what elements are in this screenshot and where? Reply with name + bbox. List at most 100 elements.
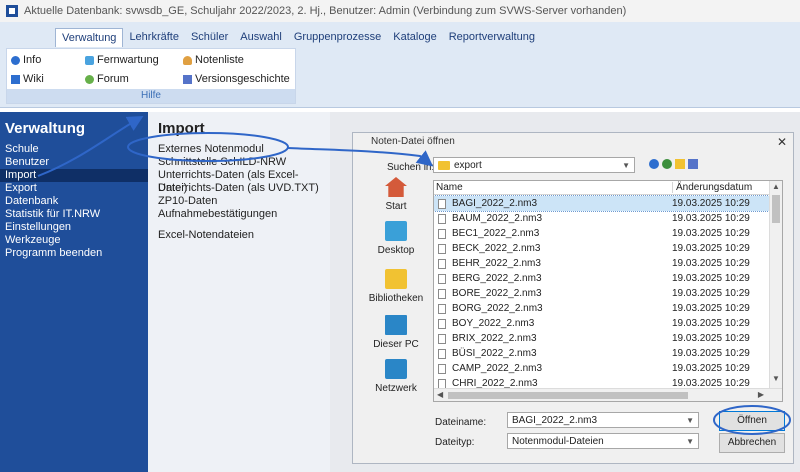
filetype-value: Notenmodul-Dateien (512, 435, 604, 447)
nav-item-statistik[interactable]: Statistik für IT.NRW (0, 208, 148, 221)
filetype-select[interactable]: Notenmodul-Dateien ▼ (507, 433, 699, 449)
import-item-schild-nrw[interactable]: Schnittstelle SchILD-NRW (148, 156, 330, 169)
place-desktop-label: Desktop (377, 245, 415, 256)
file-open-dialog: Noten-Datei öffnen ✕ Suchen in: export ▼… (352, 132, 794, 464)
file-date: 19.03.2025 10:29 (672, 273, 750, 284)
file-date: 19.03.2025 10:29 (672, 228, 750, 239)
import-item-externes-notenmodul[interactable]: Externes Notenmodul (148, 143, 330, 156)
place-bibliotheken-label: Bibliotheken (368, 293, 424, 304)
filename-input[interactable]: BAGI_2022_2.nm3 ▼ (507, 412, 699, 428)
import-item-zp10[interactable]: ZP10-Daten (148, 195, 330, 208)
close-icon[interactable]: ✕ (777, 135, 787, 149)
open-button[interactable]: Öffnen (719, 411, 785, 431)
version-history-icon (183, 74, 192, 84)
place-dieser-pc[interactable]: Dieser PC (365, 315, 427, 350)
file-icon (438, 304, 446, 314)
file-row[interactable]: BEHR_2022_2.nm3 19.03.2025 10:29 (434, 256, 769, 271)
view-menu-icon[interactable] (688, 159, 698, 169)
nav-item-werkzeuge[interactable]: Werkzeuge (0, 234, 148, 247)
file-row[interactable]: BEC1_2022_2.nm3 19.03.2025 10:29 (434, 226, 769, 241)
place-start[interactable]: Start (365, 177, 427, 212)
info-button[interactable]: Info (11, 54, 41, 66)
place-netzwerk[interactable]: Netzwerk (365, 359, 427, 394)
group-label-hilfe: Hilfe (7, 89, 295, 103)
nav-item-programm-beenden[interactable]: Programm beenden (0, 247, 148, 260)
place-desktop[interactable]: Desktop (365, 221, 427, 256)
file-row[interactable]: BOY_2022_2.nm3 19.03.2025 10:29 (434, 316, 769, 331)
nav-item-export[interactable]: Export (0, 182, 148, 195)
hscrollbar-thumb[interactable] (448, 392, 688, 399)
file-name: BEC1_2022_2.nm3 (452, 228, 540, 239)
scroll-right-icon[interactable]: ▶ (758, 390, 764, 399)
tab-lehrkraefte[interactable]: Lehrkräfte (123, 28, 185, 47)
file-row[interactable]: BECK_2022_2.nm3 19.03.2025 10:29 (434, 241, 769, 256)
forum-icon (85, 74, 94, 84)
user-icon (183, 55, 192, 65)
file-name: BERG_2022_2.nm3 (452, 273, 542, 284)
file-name: BECK_2022_2.nm3 (452, 243, 541, 254)
file-row[interactable]: BAUM_2022_2.nm3 19.03.2025 10:29 (434, 211, 769, 226)
nav-item-benutzer[interactable]: Benutzer (0, 156, 148, 169)
scrollbar-thumb[interactable] (772, 195, 780, 223)
file-row[interactable]: BRIX_2022_2.nm3 19.03.2025 10:29 (434, 331, 769, 346)
forum-button[interactable]: Forum (85, 73, 129, 85)
import-item-aufnahme[interactable]: Aufnahmebestätigungen (148, 208, 330, 221)
versionsgeschichte-button[interactable]: Versionsgeschichte (183, 73, 290, 85)
scroll-up-icon[interactable]: ▲ (772, 182, 780, 191)
tab-kataloge[interactable]: Kataloge (387, 28, 442, 47)
file-list: Name Änderungsdatum BAGI_2022_2.nm3 19.03… (433, 180, 783, 402)
up-folder-icon[interactable] (662, 159, 672, 169)
vertical-scrollbar[interactable]: ▲ ▼ (769, 181, 782, 401)
file-icon (438, 229, 446, 239)
tab-gruppenprozesse[interactable]: Gruppenprozesse (288, 28, 387, 47)
file-row[interactable]: BÜSI_2022_2.nm3 19.03.2025 10:29 (434, 346, 769, 361)
scroll-left-icon[interactable]: ◀ (437, 390, 443, 399)
nav-item-schule[interactable]: Schule (0, 143, 148, 156)
file-name: CAMP_2022_2.nm3 (452, 363, 543, 374)
new-folder-icon[interactable] (675, 159, 685, 169)
fernwartung-button[interactable]: Fernwartung (85, 54, 159, 66)
back-icon[interactable] (649, 159, 659, 169)
wiki-button[interactable]: Wiki (11, 73, 44, 85)
cancel-button[interactable]: Abbrechen (719, 433, 785, 453)
ribbon: Verwaltung Lehrkräfte Schüler Auswahl Gr… (0, 22, 800, 108)
chevron-down-icon: ▼ (686, 416, 694, 425)
tab-schueler[interactable]: Schüler (185, 28, 234, 47)
file-row[interactable]: BORG_2022_2.nm3 19.03.2025 10:29 (434, 301, 769, 316)
column-header-name[interactable]: Name (436, 182, 463, 193)
file-date: 19.03.2025 10:29 (672, 213, 750, 224)
nav-item-datenbank[interactable]: Datenbank (0, 195, 148, 208)
file-row[interactable]: BAGI_2022_2.nm3 19.03.2025 10:29 (434, 195, 770, 212)
file-name: BOY_2022_2.nm3 (452, 318, 535, 329)
scroll-down-icon[interactable]: ▼ (772, 374, 780, 383)
file-list-header: Name Änderungsdatum (434, 181, 769, 195)
column-header-date[interactable]: Änderungsdatum (672, 182, 752, 193)
file-name: BAUM_2022_2.nm3 (452, 213, 543, 224)
ribbon-group-hilfe: Info Wiki Fernwartung Forum Notenliste V… (6, 48, 296, 104)
nav-item-import[interactable]: Import (0, 169, 148, 182)
file-row[interactable]: BERG_2022_2.nm3 19.03.2025 10:29 (434, 271, 769, 286)
folder-select[interactable]: export ▼ (433, 157, 635, 173)
file-icon (438, 274, 446, 284)
chevron-down-icon: ▼ (622, 161, 630, 170)
place-start-label: Start (385, 201, 407, 212)
import-item-unterricht-uvd[interactable]: Unterrichts-Daten (als UVD.TXT) (148, 182, 330, 195)
left-navigation: Verwaltung Schule Benutzer Import Export… (0, 112, 148, 472)
file-icon (438, 199, 446, 209)
file-date: 19.03.2025 10:29 (672, 318, 750, 329)
file-row[interactable]: CAMP_2022_2.nm3 19.03.2025 10:29 (434, 361, 769, 376)
dateityp-label: Dateityp: (435, 437, 475, 448)
file-row[interactable]: BORE_2022_2.nm3 19.03.2025 10:29 (434, 286, 769, 301)
place-netzwerk-label: Netzwerk (375, 383, 417, 394)
computer-icon (385, 315, 407, 335)
horizontal-scrollbar[interactable]: ◀ ▶ (434, 388, 782, 401)
tab-auswahl[interactable]: Auswahl (234, 28, 288, 47)
tab-reportverwaltung[interactable]: Reportverwaltung (443, 28, 541, 47)
tab-verwaltung[interactable]: Verwaltung (55, 28, 124, 47)
notenliste-button[interactable]: Notenliste (183, 54, 244, 66)
place-bibliotheken[interactable]: Bibliotheken (365, 269, 427, 304)
nav-item-einstellungen[interactable]: Einstellungen (0, 221, 148, 234)
import-item-unterricht-excel[interactable]: Unterrichts-Daten (als Excel-Datei) (148, 169, 330, 194)
dialog-title: Noten-Datei öffnen (371, 136, 455, 147)
import-item-excel-noten[interactable]: Excel-Notendateien (148, 229, 330, 242)
